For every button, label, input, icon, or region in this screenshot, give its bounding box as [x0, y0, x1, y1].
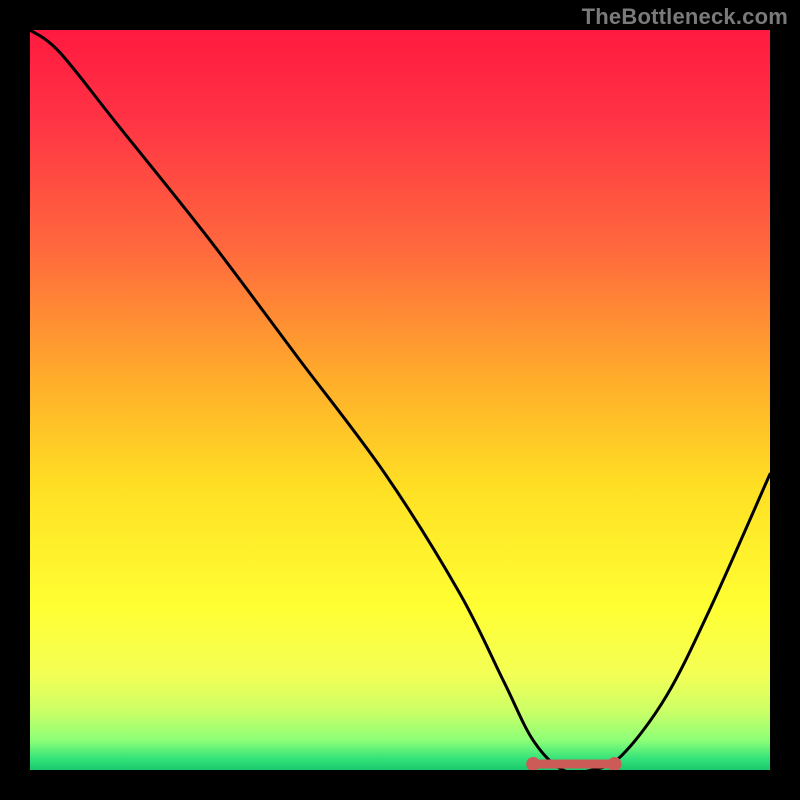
gradient-background	[30, 30, 770, 770]
watermark-text: TheBottleneck.com	[582, 4, 788, 30]
bottleneck-chart	[30, 30, 770, 770]
plot-area	[30, 30, 770, 770]
chart-frame: TheBottleneck.com	[0, 0, 800, 800]
